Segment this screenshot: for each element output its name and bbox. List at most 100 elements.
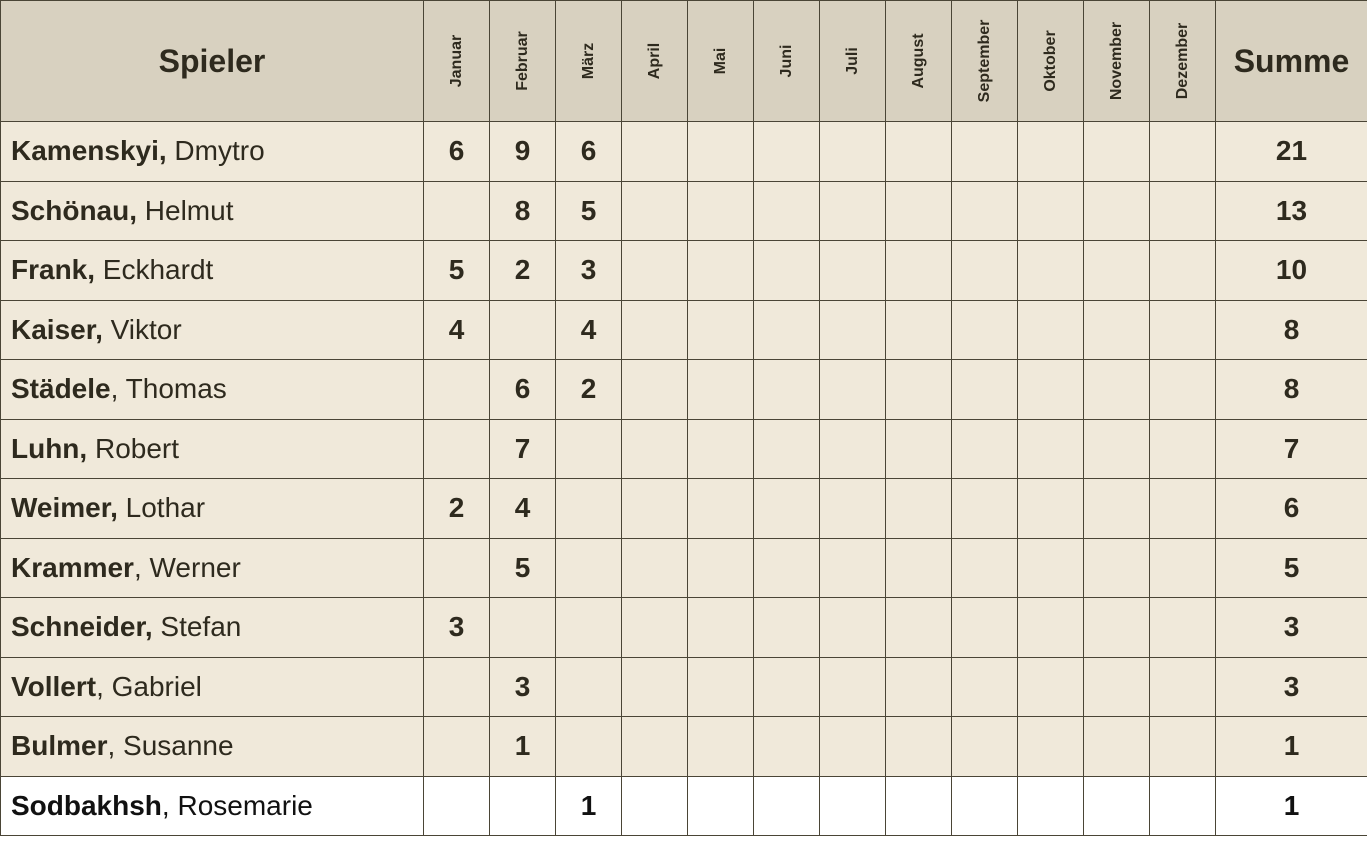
month-score-cell xyxy=(687,180,754,241)
header-month: November xyxy=(1083,0,1150,122)
month-score-cell xyxy=(951,121,1018,182)
player-name-cell: Sodbakhsh, Rosemarie xyxy=(0,775,424,836)
header-month: April xyxy=(621,0,688,122)
month-label: Januar xyxy=(447,34,465,88)
month-score-cell: 6 xyxy=(489,359,556,420)
player-last-name: Weimer, xyxy=(11,492,118,524)
month-score-cell xyxy=(885,656,952,717)
month-score-cell: 5 xyxy=(489,537,556,598)
header-month: Juni xyxy=(753,0,820,122)
player-first-name: , Werner xyxy=(133,551,241,583)
month-score-cell xyxy=(1017,537,1084,598)
month-score-cell xyxy=(1149,240,1216,301)
month-score-cell xyxy=(885,180,952,241)
month-score-cell xyxy=(687,716,754,777)
month-score-cell: 3 xyxy=(555,240,622,301)
month-score-cell: 5 xyxy=(555,180,622,241)
month-score-cell xyxy=(1149,418,1216,479)
month-score-cell xyxy=(753,359,820,420)
month-score-cell xyxy=(885,299,952,360)
month-score-cell xyxy=(819,537,886,598)
month-score-cell: 1 xyxy=(555,775,622,836)
month-score-cell xyxy=(1017,775,1084,836)
month-score-cell xyxy=(555,716,622,777)
month-score-cell xyxy=(1017,418,1084,479)
month-score-cell xyxy=(951,537,1018,598)
month-score-cell xyxy=(753,716,820,777)
player-name-cell: Vollert, Gabriel xyxy=(0,656,424,717)
month-score-cell xyxy=(753,240,820,301)
table-row: Krammer, Werner 5 5 xyxy=(0,537,1367,598)
month-score-cell xyxy=(621,716,688,777)
month-score-cell xyxy=(951,240,1018,301)
player-name-cell: Kaiser, Viktor xyxy=(0,299,424,360)
sum-cell: 13 xyxy=(1215,180,1367,241)
month-score-cell xyxy=(819,418,886,479)
month-label: Juli xyxy=(843,47,861,75)
player-last-name: Vollert xyxy=(11,670,97,702)
player-first-name: , Thomas xyxy=(110,373,227,405)
player-last-name: Städele xyxy=(11,373,111,405)
month-score-cell xyxy=(621,775,688,836)
player-first-name: Stefan xyxy=(152,611,242,643)
month-label: April xyxy=(645,42,663,80)
month-score-cell xyxy=(1083,121,1150,182)
player-last-name: Luhn, xyxy=(11,432,88,464)
sum-cell: 8 xyxy=(1215,299,1367,360)
month-score-cell xyxy=(753,775,820,836)
month-score-cell xyxy=(1083,240,1150,301)
month-score-cell xyxy=(1083,299,1150,360)
month-score-cell xyxy=(621,418,688,479)
month-score-cell xyxy=(621,299,688,360)
header-month: August xyxy=(885,0,952,122)
month-score-cell xyxy=(1017,716,1084,777)
month-label: November xyxy=(1107,21,1125,101)
player-first-name: , Gabriel xyxy=(96,670,202,702)
month-score-cell xyxy=(819,478,886,539)
month-score-cell xyxy=(1083,716,1150,777)
table-row: Kamenskyi, Dmytro 6 9 6 21 xyxy=(0,121,1367,182)
month-score-cell xyxy=(819,775,886,836)
sum-cell: 5 xyxy=(1215,537,1367,598)
month-score-cell xyxy=(819,359,886,420)
sum-cell: 1 xyxy=(1215,775,1367,836)
month-score-cell xyxy=(1149,716,1216,777)
header-month: Juli xyxy=(819,0,886,122)
month-label: September xyxy=(975,19,993,103)
month-score-cell xyxy=(1149,121,1216,182)
player-last-name: Schönau, xyxy=(11,194,138,226)
table-row: Vollert, Gabriel 3 3 xyxy=(0,656,1367,717)
month-score-cell xyxy=(687,775,754,836)
month-score-cell xyxy=(423,359,490,420)
player-name-cell: Schönau, Helmut xyxy=(0,180,424,241)
month-score-cell xyxy=(621,656,688,717)
month-score-cell xyxy=(555,478,622,539)
month-score-cell xyxy=(1083,359,1150,420)
month-score-cell xyxy=(423,180,490,241)
month-label: Oktober xyxy=(1041,30,1059,92)
month-score-cell: 7 xyxy=(489,418,556,479)
table-body: Kamenskyi, Dmytro 6 9 6 21 Schönau, Helmut 8 5 1… xyxy=(0,121,1367,836)
table-row: Städele, Thomas 6 2 8 xyxy=(0,359,1367,420)
month-score-cell xyxy=(555,656,622,717)
month-score-cell xyxy=(1017,240,1084,301)
month-score-cell xyxy=(687,656,754,717)
month-score-cell xyxy=(951,418,1018,479)
sum-cell: 3 xyxy=(1215,656,1367,717)
month-score-cell: 6 xyxy=(555,121,622,182)
month-score-cell xyxy=(1083,180,1150,241)
player-first-name: , Rosemarie xyxy=(161,789,313,821)
month-score-cell xyxy=(1149,775,1216,836)
player-name-cell: Bulmer, Susanne xyxy=(0,716,424,777)
month-score-cell xyxy=(753,299,820,360)
month-score-cell xyxy=(687,359,754,420)
month-score-cell xyxy=(885,537,952,598)
month-score-cell xyxy=(423,418,490,479)
month-score-cell xyxy=(621,359,688,420)
month-label: August xyxy=(909,33,927,89)
header-month: Dezember xyxy=(1149,0,1216,122)
month-score-cell xyxy=(885,716,952,777)
month-score-cell xyxy=(621,121,688,182)
header-month: Februar xyxy=(489,0,556,122)
month-score-cell xyxy=(951,180,1018,241)
